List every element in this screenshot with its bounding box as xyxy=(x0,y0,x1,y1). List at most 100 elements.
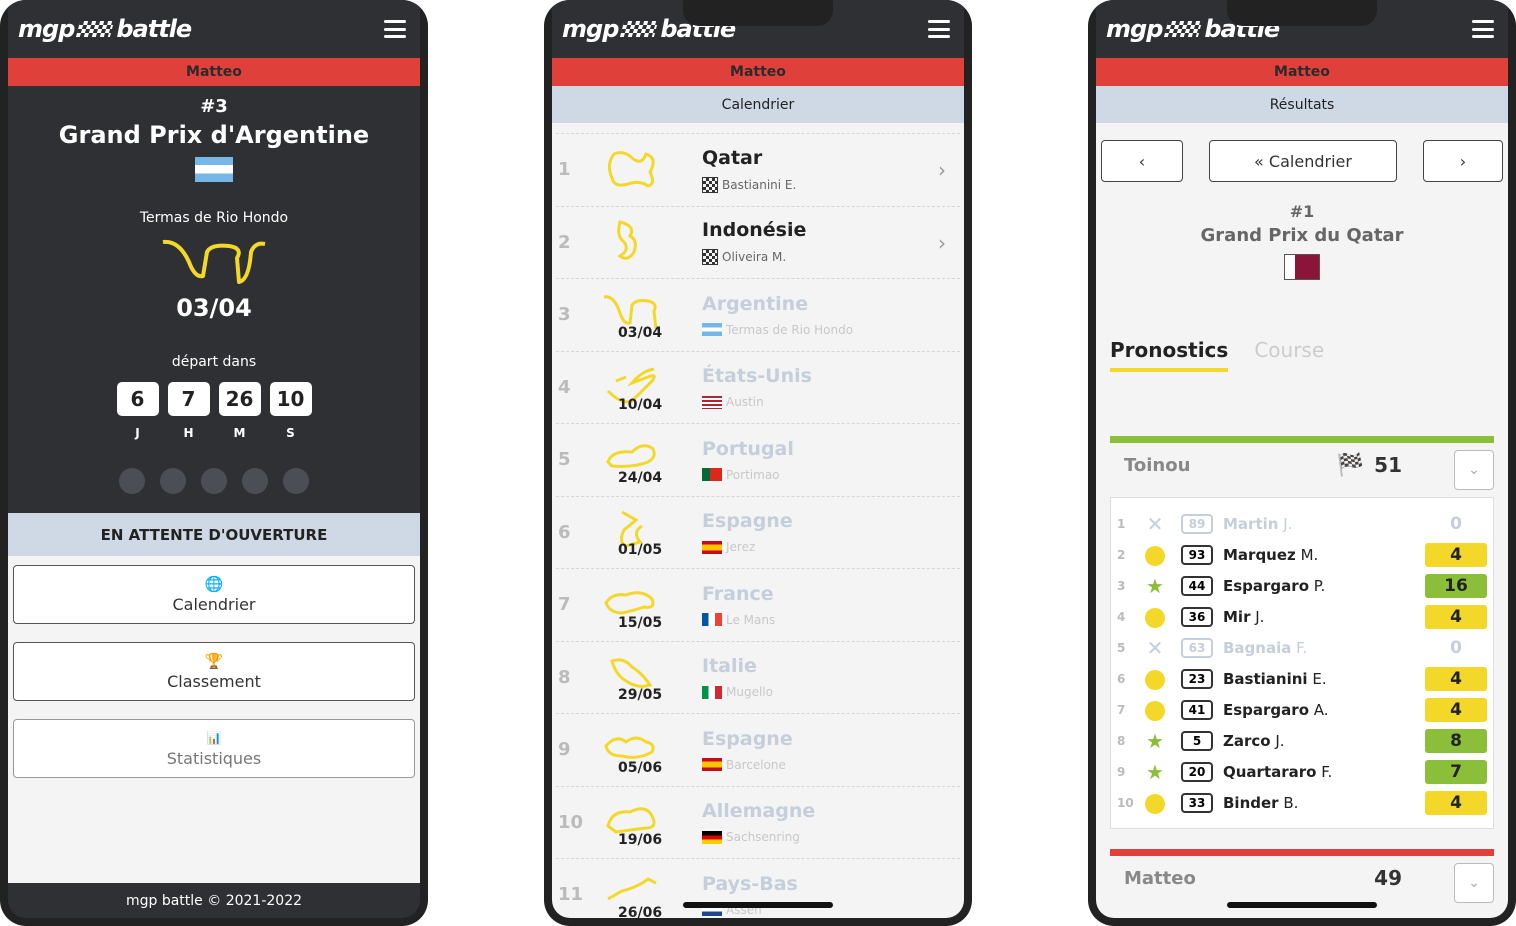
prediction-row: 4 36 Mir J. 4 xyxy=(1117,601,1487,632)
rider-initial: J. xyxy=(1255,607,1265,626)
position: 6 xyxy=(1117,671,1126,686)
star-icon: ★ xyxy=(1146,728,1164,753)
race-country: États-Unis xyxy=(702,365,812,388)
user-bar: Matteo xyxy=(552,58,964,86)
rider-lastname: Bastianini xyxy=(1223,669,1308,688)
circuit-map-icon: 26/06 xyxy=(582,865,692,918)
circuit-map-icon xyxy=(162,239,266,284)
points-badge: 4 xyxy=(1425,697,1487,722)
rider-number: 41 xyxy=(1181,699,1213,720)
brand-logo[interactable]: mgp battle xyxy=(18,15,192,43)
position: 2 xyxy=(1117,547,1126,562)
countdown-hours: 7 xyxy=(167,382,210,416)
prediction-row: 10 33 Binder B. 4 xyxy=(1117,787,1487,818)
circuit-map-icon: 19/06 xyxy=(582,792,692,852)
calendar-label: Calendrier xyxy=(172,594,256,614)
unit-label: M xyxy=(233,426,246,440)
rider-initial: J. xyxy=(1275,731,1285,750)
circuit-map-icon: 29/05 xyxy=(582,647,692,707)
race-row: 7 15/05 France Le Mans xyxy=(556,568,960,641)
prev-race-button[interactable]: ‹ xyxy=(1101,140,1183,182)
hamburger-menu-icon[interactable] xyxy=(1472,20,1494,38)
chevron-down-icon: ⌄ xyxy=(1468,462,1480,478)
rider-initial: F. xyxy=(1321,762,1333,781)
tab-course[interactable]: Course xyxy=(1254,338,1324,372)
points-badge: 7 xyxy=(1425,759,1487,784)
topbar: mgp battle xyxy=(8,0,420,58)
stats-button[interactable]: 📊 Statistiques xyxy=(13,719,415,778)
race-country: Espagne xyxy=(702,510,793,533)
prediction-row: 1 ✕ 89 Martin J. 0 xyxy=(1117,508,1487,539)
race-date: 15/05 xyxy=(618,614,663,631)
rider-name: Martin J. xyxy=(1223,515,1425,533)
expand-button[interactable]: ⌄ xyxy=(1454,450,1494,490)
race-row: 8 29/05 Italie Mugello xyxy=(556,640,960,714)
rider-name: Bastianini E. xyxy=(1223,670,1425,688)
race-number: 9 xyxy=(558,739,571,761)
rider-number: 5 xyxy=(1181,730,1213,751)
dot-icon xyxy=(1145,670,1165,690)
page-title: Résultats xyxy=(1096,86,1508,123)
spain-flag-icon xyxy=(702,540,722,554)
home-indicator xyxy=(683,902,833,908)
calendar-button[interactable]: 🌐 Calendrier xyxy=(13,565,415,624)
rider-name: Marquez M. xyxy=(1223,546,1425,564)
home-indicator xyxy=(1227,902,1377,908)
portugal-flag-icon xyxy=(702,468,722,482)
star-icon: ★ xyxy=(1146,759,1164,784)
prediction-row: 2 93 Marquez M. 4 xyxy=(1117,539,1487,570)
race-circuit: Sachsenring xyxy=(726,830,800,845)
back-to-calendar-button[interactable]: « Calendrier xyxy=(1209,140,1397,182)
race-row: 10 19/06 Allemagne Sachsenring xyxy=(556,785,960,859)
player-card: Matteo 49 ⌄ xyxy=(1110,849,1494,903)
position: 3 xyxy=(1117,578,1126,593)
globe-icon: 🌐 xyxy=(204,574,224,593)
circuit-map-icon: 24/04 xyxy=(582,430,692,490)
race-date: 03/04 xyxy=(176,294,252,322)
race-list: 1 Qatar Bastianini E. › 2 Indonésie Oliv… xyxy=(552,123,964,918)
points-badge: 0 xyxy=(1450,637,1462,658)
checkered-flag-icon xyxy=(702,176,718,193)
stats-label: Statistiques xyxy=(166,748,262,768)
race-number: 11 xyxy=(558,884,584,906)
chevron-right-icon: › xyxy=(938,158,946,182)
race-country: Portugal xyxy=(702,437,794,460)
rider-name: Zarco J. xyxy=(1223,732,1425,750)
race-row: 3 03/04 Argentine Termas de Rio Hondo xyxy=(556,278,960,351)
expand-button[interactable]: ⌄ xyxy=(1454,863,1494,903)
star-icon: ★ xyxy=(1146,573,1164,598)
rider-name: Bagnaia F. xyxy=(1223,639,1425,657)
dot xyxy=(283,468,309,494)
cross-icon: ✕ xyxy=(1146,511,1164,536)
dot-icon xyxy=(1145,701,1165,721)
race-row[interactable]: 1 Qatar Bastianini E. › xyxy=(556,133,960,206)
rider-lastname: Quartararo xyxy=(1223,762,1317,781)
race-row: 9 05/06 Espagne Barcelone xyxy=(556,713,960,786)
countdown-units: J H M S xyxy=(8,426,420,440)
rider-initial: F. xyxy=(1296,638,1308,657)
qatar-flag-icon xyxy=(1284,254,1320,280)
france-flag-icon xyxy=(702,613,722,627)
rider-number: 33 xyxy=(1181,792,1213,813)
circuit-map-icon: 15/05 xyxy=(582,575,692,635)
results-screen: mgp battle Matteo Résultats ‹ « Calendrie… xyxy=(1096,0,1508,918)
race-row: 11 26/06 Pays-Bas Assen xyxy=(556,858,960,918)
prediction-dots xyxy=(8,468,420,494)
points-badge: 8 xyxy=(1425,728,1487,753)
next-race-button[interactable]: › xyxy=(1423,140,1503,182)
tab-pronostics[interactable]: Pronostics xyxy=(1110,338,1229,372)
race-row[interactable]: 2 Indonésie Oliveira M. › xyxy=(556,205,960,279)
rider-name: Mir J. xyxy=(1223,608,1425,626)
dot-icon xyxy=(1145,546,1165,566)
checkered-flag-icon xyxy=(1164,21,1203,37)
ranking-button[interactable]: 🏆 Classement xyxy=(13,642,415,701)
hamburger-menu-icon[interactable] xyxy=(928,20,950,38)
race-number: 7 xyxy=(558,594,571,616)
rider-lastname: Espargaro xyxy=(1223,700,1309,719)
chevron-right-icon: › xyxy=(1459,151,1467,171)
points-badge: 4 xyxy=(1425,542,1487,567)
race-number: 8 xyxy=(558,666,571,688)
result-tabs: Pronostics Course xyxy=(1096,338,1508,372)
hamburger-menu-icon[interactable] xyxy=(384,20,406,38)
rider-name: Quartararo F. xyxy=(1223,763,1425,781)
